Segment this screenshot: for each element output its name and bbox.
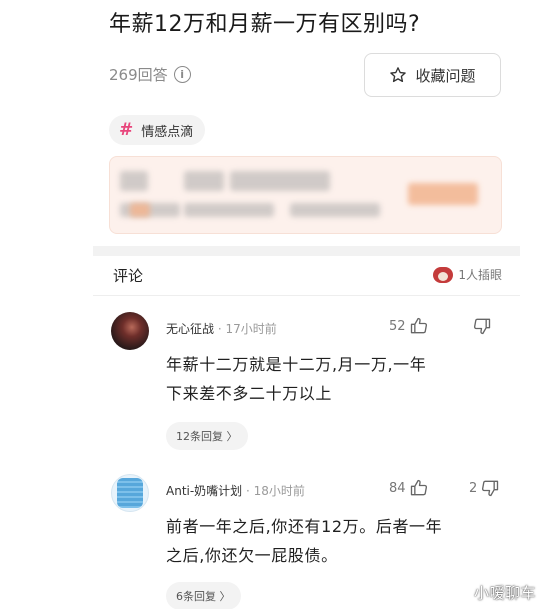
blurred-block [120,171,148,191]
comments-label: 评论 [113,267,144,285]
comment-author[interactable]: 无心征战 [166,322,214,336]
favorite-question-button[interactable]: 收藏问题 [364,53,501,97]
section-divider [93,246,520,256]
comment-text-line: 下来差不多二十万以上 [166,384,333,403]
topic-tag-label: 情感点滴 [141,124,194,140]
replies-button[interactable]: 6条回复 〉 [166,582,241,609]
comment-author-line: Anti-奶嘴计划 · 18小时前 [166,482,305,499]
comment-text-line: 之后,你还欠一屁股债。 [166,546,338,565]
thumbs-down-icon [473,318,491,335]
like-count: 84 [389,480,406,496]
info-icon[interactable]: i [173,66,191,83]
like-button[interactable]: 84 [389,478,429,498]
comment-text-line: 前者一年之后,你还有12万。后者一年 [166,517,443,536]
watching-indicator[interactable]: 1人插眼 [433,266,502,283]
star-icon [390,67,407,83]
hash-icon: # [119,120,134,140]
favorite-label: 收藏问题 [415,66,476,85]
dislike-count: 2 [469,480,478,496]
comment-text-line: 年薪十二万就是十二万,月一万,一年 [166,355,427,374]
topic-tag[interactable]: # 情感点滴 [109,115,206,145]
blurred-block [290,203,380,217]
dislike-button[interactable] [469,316,492,336]
watcher-avatar [433,266,454,283]
thumbs-down-icon [482,480,499,497]
comment-author[interactable]: Anti-奶嘴计划 [166,484,242,498]
blurred-block [130,203,150,217]
replies-button[interactable]: 12条回复 〉 [166,422,248,450]
comment-time: · 17小时前 [217,322,277,336]
blurred-ad-card[interactable] [109,156,502,234]
like-button[interactable]: 52 [389,316,429,336]
comment-item: 无心征战 · 17小时前 52 年薪十二万就是十二万,月一万,一年 下来差不多二… [93,296,520,456]
avatar-image [117,478,143,508]
question-meta: 269回答 i [109,64,191,85]
avatar[interactable] [111,474,149,512]
dislike-button[interactable]: 2 [469,478,500,498]
blurred-block [184,203,274,217]
watermark: 小嗳聊车 [473,584,536,602]
question-page: 年薪12万和月薪一万有区别吗? 269回答 i 收藏问题 # 情感点滴 评论 1… [93,0,520,609]
blurred-block [408,183,478,205]
comment-text: 前者一年之后,你还有12万。后者一年 之后,你还欠一屁股债。 [166,512,496,570]
blurred-block [230,171,330,191]
thumbs-up-icon [410,317,427,334]
left-margin [0,0,93,609]
watching-count: 1人插眼 [458,268,502,282]
comment-text: 年薪十二万就是十二万,月一万,一年 下来差不多二十万以上 [166,350,496,408]
blurred-block [120,203,180,217]
like-count: 52 [389,318,406,334]
answer-count: 269回答 [109,66,168,84]
comment-author-line: 无心征战 · 17小时前 [166,320,277,337]
right-margin [520,0,544,609]
comment-item: Anti-奶嘴计划 · 18小时前 84 2 前者一年之后,你还有12万。后者一… [93,456,520,609]
comments-header: 评论 1人插眼 [93,256,520,296]
question-title: 年薪12万和月薪一万有区别吗? [109,12,421,37]
avatar[interactable] [111,312,149,350]
thumbs-up-icon [410,479,427,496]
blurred-block [184,171,224,191]
comment-time: · 18小时前 [246,484,305,498]
